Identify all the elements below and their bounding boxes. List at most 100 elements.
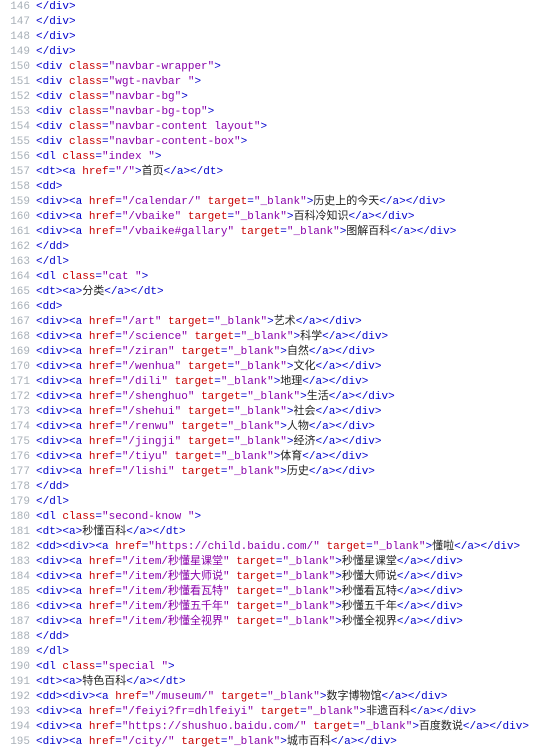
code-content[interactable]: <div><a href="/item/秒懂五千年" target="_blan… <box>36 600 550 615</box>
code-line[interactable]: 177<div><a href="/lishi" target="_blank"… <box>0 465 550 480</box>
code-line[interactable]: 184<div><a href="/item/秒懂大师说" target="_b… <box>0 570 550 585</box>
code-line[interactable]: 188</dd> <box>0 630 550 645</box>
code-content[interactable]: <div><a href="/feiyi?fr=dhlfeiyi" target… <box>36 705 550 720</box>
code-content[interactable]: <div class="navbar-bg"> <box>36 90 550 105</box>
code-content[interactable]: <div><a href="/ziran" target="_blank">自然… <box>36 345 550 360</box>
code-content[interactable]: <dl class="special "> <box>36 660 550 675</box>
code-line[interactable]: 176<div><a href="/tiyu" target="_blank">… <box>0 450 550 465</box>
code-line[interactable]: 189</dl> <box>0 645 550 660</box>
code-content[interactable]: </dl> <box>36 645 550 660</box>
code-content[interactable]: <dt><a href="/">首页</a></dt> <box>36 165 550 180</box>
code-content[interactable]: <dd><div><a href="https://child.baidu.co… <box>36 540 550 555</box>
code-content[interactable]: <dt><a>分类</a></dt> <box>36 285 550 300</box>
code-content[interactable]: <div><a href="/dili" target="_blank">地理<… <box>36 375 550 390</box>
code-line[interactable]: 160<div><a href="/vbaike" target="_blank… <box>0 210 550 225</box>
code-content[interactable]: <div><a href="/science" target="_blank">… <box>36 330 550 345</box>
code-line[interactable]: 180<dl class="second-know "> <box>0 510 550 525</box>
code-content[interactable]: </div> <box>36 0 550 15</box>
code-line[interactable]: 157<dt><a href="/">首页</a></dt> <box>0 165 550 180</box>
code-content[interactable]: <div><a href="/calendar/" target="_blank… <box>36 195 550 210</box>
code-content[interactable]: <dd> <box>36 300 550 315</box>
code-line[interactable]: 146</div> <box>0 0 550 15</box>
code-content[interactable]: <div><a href="/item/秒懂大师说" target="_blan… <box>36 570 550 585</box>
code-line[interactable]: 165<dt><a>分类</a></dt> <box>0 285 550 300</box>
code-line[interactable]: 158<dd> <box>0 180 550 195</box>
code-line[interactable]: 149</div> <box>0 45 550 60</box>
code-line[interactable]: 169<div><a href="/ziran" target="_blank"… <box>0 345 550 360</box>
code-line[interactable]: 183<div><a href="/item/秒懂星课堂" target="_b… <box>0 555 550 570</box>
code-line[interactable]: 178</dd> <box>0 480 550 495</box>
code-line[interactable]: 153<div class="navbar-bg-top"> <box>0 105 550 120</box>
code-line[interactable]: 175<div><a href="/jingji" target="_blank… <box>0 435 550 450</box>
code-content[interactable]: <dd><div><a href="/museum/" target="_bla… <box>36 690 550 705</box>
line-number: 150 <box>0 60 36 75</box>
code-line[interactable]: 174<div><a href="/renwu" target="_blank"… <box>0 420 550 435</box>
code-line[interactable]: 155<div class="navbar-content-box"> <box>0 135 550 150</box>
code-content[interactable]: <dd> <box>36 180 550 195</box>
code-content[interactable]: </dd> <box>36 240 550 255</box>
code-content[interactable]: <dl class="cat "> <box>36 270 550 285</box>
code-line[interactable]: 195<div><a href="/city/" target="_blank"… <box>0 735 550 750</box>
code-content[interactable]: <div><a href="/city/" target="_blank">城市… <box>36 735 550 750</box>
code-line[interactable]: 156<dl class="index "> <box>0 150 550 165</box>
code-line[interactable]: 194<div><a href="https://shushuo.baidu.c… <box>0 720 550 735</box>
code-content[interactable]: <div class="navbar-bg-top"> <box>36 105 550 120</box>
code-content[interactable]: <div><a href="/renwu" target="_blank">人物… <box>36 420 550 435</box>
code-line[interactable]: 186<div><a href="/item/秒懂五千年" target="_b… <box>0 600 550 615</box>
code-line[interactable]: 167<div><a href="/art" target="_blank">艺… <box>0 315 550 330</box>
code-line[interactable]: 172<div><a href="/shenghuo" target="_bla… <box>0 390 550 405</box>
code-line[interactable]: 182<dd><div><a href="https://child.baidu… <box>0 540 550 555</box>
code-content[interactable]: </div> <box>36 15 550 30</box>
code-content[interactable]: <dl class="index "> <box>36 150 550 165</box>
code-line[interactable]: 171<div><a href="/dili" target="_blank">… <box>0 375 550 390</box>
code-line[interactable]: 168<div><a href="/science" target="_blan… <box>0 330 550 345</box>
code-line[interactable]: 166<dd> <box>0 300 550 315</box>
code-content[interactable]: <div><a href="/vbaike#gallary" target="_… <box>36 225 550 240</box>
code-content[interactable]: </div> <box>36 30 550 45</box>
code-line[interactable]: 147</div> <box>0 15 550 30</box>
code-content[interactable]: <div><a href="/jingji" target="_blank">经… <box>36 435 550 450</box>
code-line[interactable]: 162</dd> <box>0 240 550 255</box>
code-content[interactable]: </dd> <box>36 630 550 645</box>
code-line[interactable]: 191<dt><a>特色百科</a></dt> <box>0 675 550 690</box>
code-content[interactable]: <div class="navbar-content-box"> <box>36 135 550 150</box>
code-line[interactable]: 190<dl class="special "> <box>0 660 550 675</box>
code-content[interactable]: <div><a href="https://shushuo.baidu.com/… <box>36 720 550 735</box>
code-content[interactable]: <div><a href="/vbaike" target="_blank">百… <box>36 210 550 225</box>
code-content[interactable]: <dt><a>特色百科</a></dt> <box>36 675 550 690</box>
code-line[interactable]: 161<div><a href="/vbaike#gallary" target… <box>0 225 550 240</box>
code-line[interactable]: 159<div><a href="/calendar/" target="_bl… <box>0 195 550 210</box>
code-line[interactable]: 152<div class="navbar-bg"> <box>0 90 550 105</box>
code-content[interactable]: <div><a href="/lishi" target="_blank">历史… <box>36 465 550 480</box>
code-content[interactable]: <div><a href="/item/秒懂全视界" target="_blan… <box>36 615 550 630</box>
code-content[interactable]: <dl class="second-know "> <box>36 510 550 525</box>
code-line[interactable]: 151<div class="wgt-navbar "> <box>0 75 550 90</box>
code-line[interactable]: 164<dl class="cat "> <box>0 270 550 285</box>
code-content[interactable]: <div class="navbar-content layout"> <box>36 120 550 135</box>
code-line[interactable]: 173<div><a href="/shehui" target="_blank… <box>0 405 550 420</box>
code-line[interactable]: 148</div> <box>0 30 550 45</box>
code-content[interactable]: <div><a href="/tiyu" target="_blank">体育<… <box>36 450 550 465</box>
code-line[interactable]: 150<div class="navbar-wrapper"> <box>0 60 550 75</box>
code-line[interactable]: 193<div><a href="/feiyi?fr=dhlfeiyi" tar… <box>0 705 550 720</box>
code-content[interactable]: <div><a href="/shenghuo" target="_blank"… <box>36 390 550 405</box>
code-content[interactable]: <div class="navbar-wrapper"> <box>36 60 550 75</box>
code-content[interactable]: </dl> <box>36 255 550 270</box>
code-line[interactable]: 179</dl> <box>0 495 550 510</box>
code-line[interactable]: 187<div><a href="/item/秒懂全视界" target="_b… <box>0 615 550 630</box>
code-line[interactable]: 163</dl> <box>0 255 550 270</box>
code-content[interactable]: </div> <box>36 45 550 60</box>
code-content[interactable]: <div class="wgt-navbar "> <box>36 75 550 90</box>
code-content[interactable]: <div><a href="/art" target="_blank">艺术</… <box>36 315 550 330</box>
code-content[interactable]: <div><a href="/item/秒懂看瓦特" target="_blan… <box>36 585 550 600</box>
code-line[interactable]: 154<div class="navbar-content layout"> <box>0 120 550 135</box>
code-line[interactable]: 170<div><a href="/wenhua" target="_blank… <box>0 360 550 375</box>
code-content[interactable]: <div><a href="/shehui" target="_blank">社… <box>36 405 550 420</box>
code-content[interactable]: <div><a href="/wenhua" target="_blank">文… <box>36 360 550 375</box>
code-content[interactable]: </dl> <box>36 495 550 510</box>
code-line[interactable]: 185<div><a href="/item/秒懂看瓦特" target="_b… <box>0 585 550 600</box>
code-content[interactable]: </dd> <box>36 480 550 495</box>
code-content[interactable]: <div><a href="/item/秒懂星课堂" target="_blan… <box>36 555 550 570</box>
code-editor[interactable]: 146</div>147</div>148</div>149</div>150<… <box>0 0 550 750</box>
code-line[interactable]: 192<dd><div><a href="/museum/" target="_… <box>0 690 550 705</box>
